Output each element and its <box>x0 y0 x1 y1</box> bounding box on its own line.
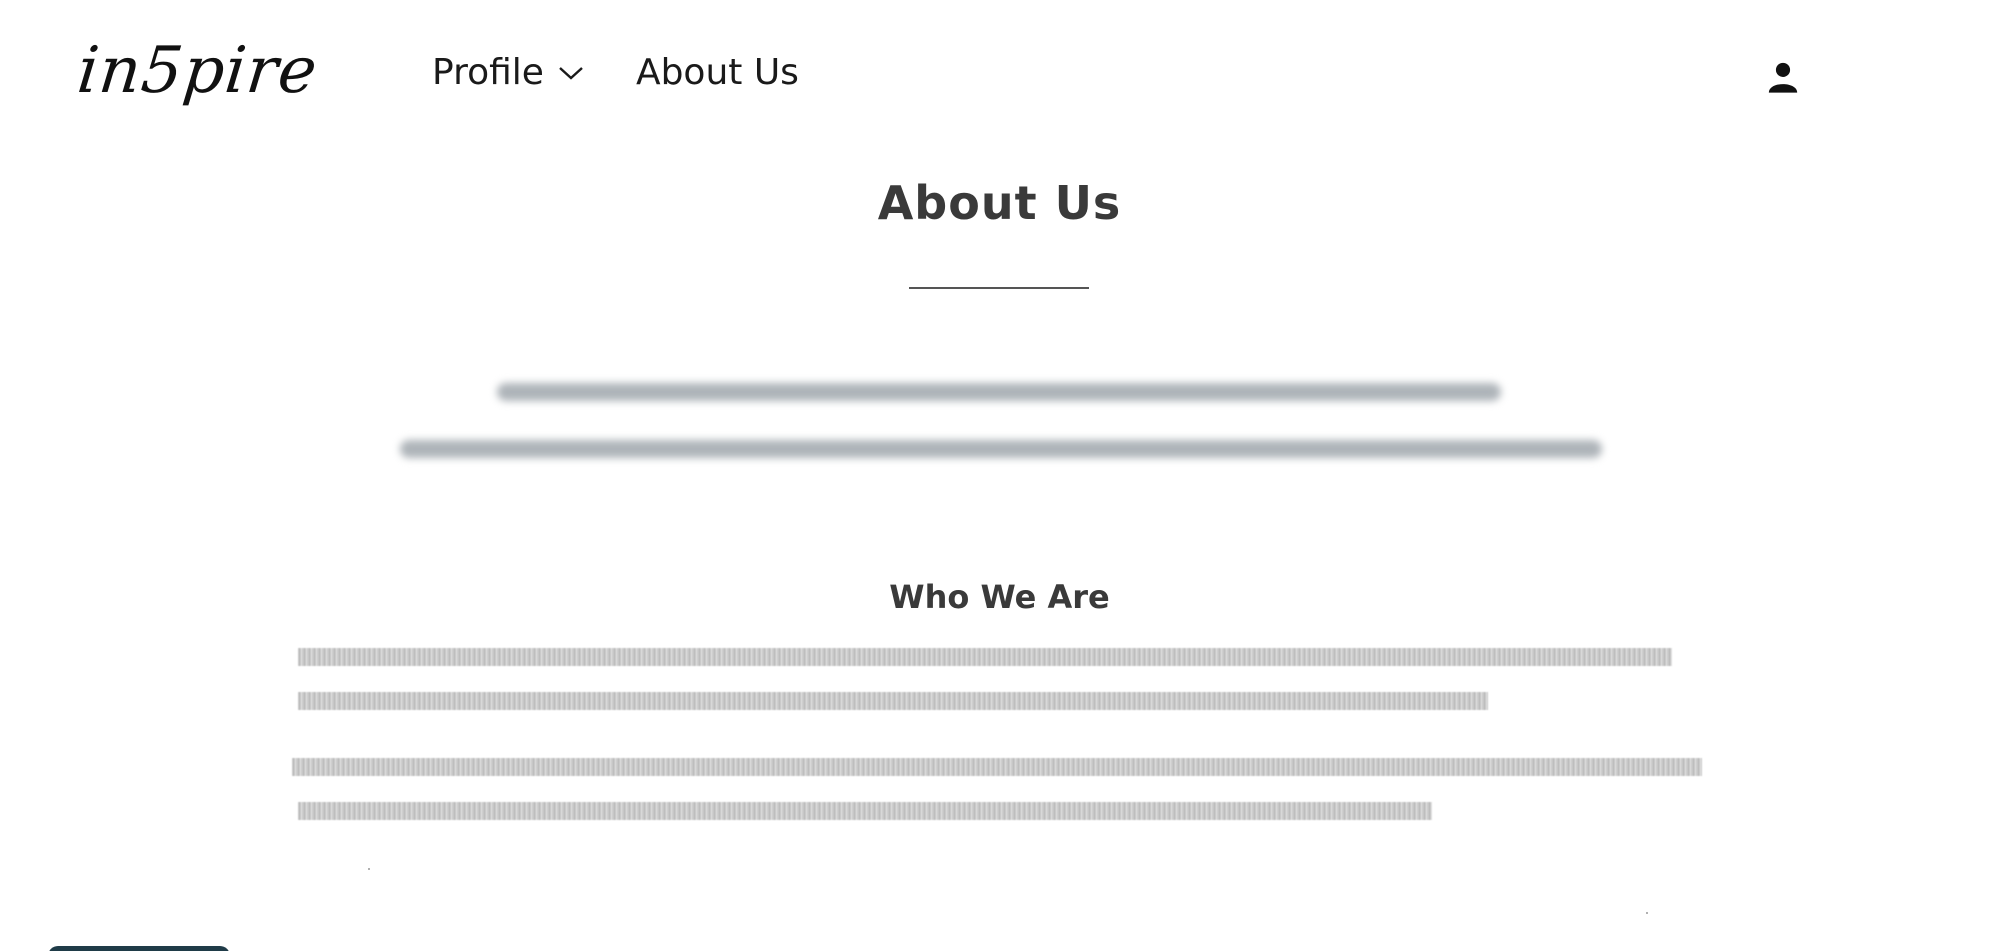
page-title: About Us <box>877 176 1122 230</box>
person-icon[interactable] <box>1766 60 1800 94</box>
title-divider <box>909 287 1089 289</box>
page: in5pire Profile About Us About Us Who We… <box>0 0 1999 951</box>
chevron-down-icon <box>559 66 583 80</box>
decorative-speck <box>368 868 370 870</box>
nav-profile-label: Profile <box>432 52 544 93</box>
paragraph-2-line-1 <box>292 758 1702 776</box>
intro-line-2 <box>400 440 1602 458</box>
decorative-speck <box>1646 912 1648 914</box>
nav-about-us[interactable]: About Us <box>636 52 799 93</box>
site-logo[interactable]: in5pire <box>74 34 321 108</box>
paragraph-1-line-1 <box>298 648 1672 666</box>
section-title: Who We Are <box>889 578 1110 616</box>
bottom-floating-tab[interactable] <box>48 946 230 951</box>
intro-line-1 <box>497 383 1501 401</box>
nav-profile[interactable]: Profile <box>432 52 584 93</box>
paragraph-1-line-2 <box>298 692 1488 710</box>
main-nav: Profile About Us <box>432 52 799 93</box>
nav-about-us-label: About Us <box>635 52 799 93</box>
paragraph-2-line-2 <box>298 802 1432 820</box>
